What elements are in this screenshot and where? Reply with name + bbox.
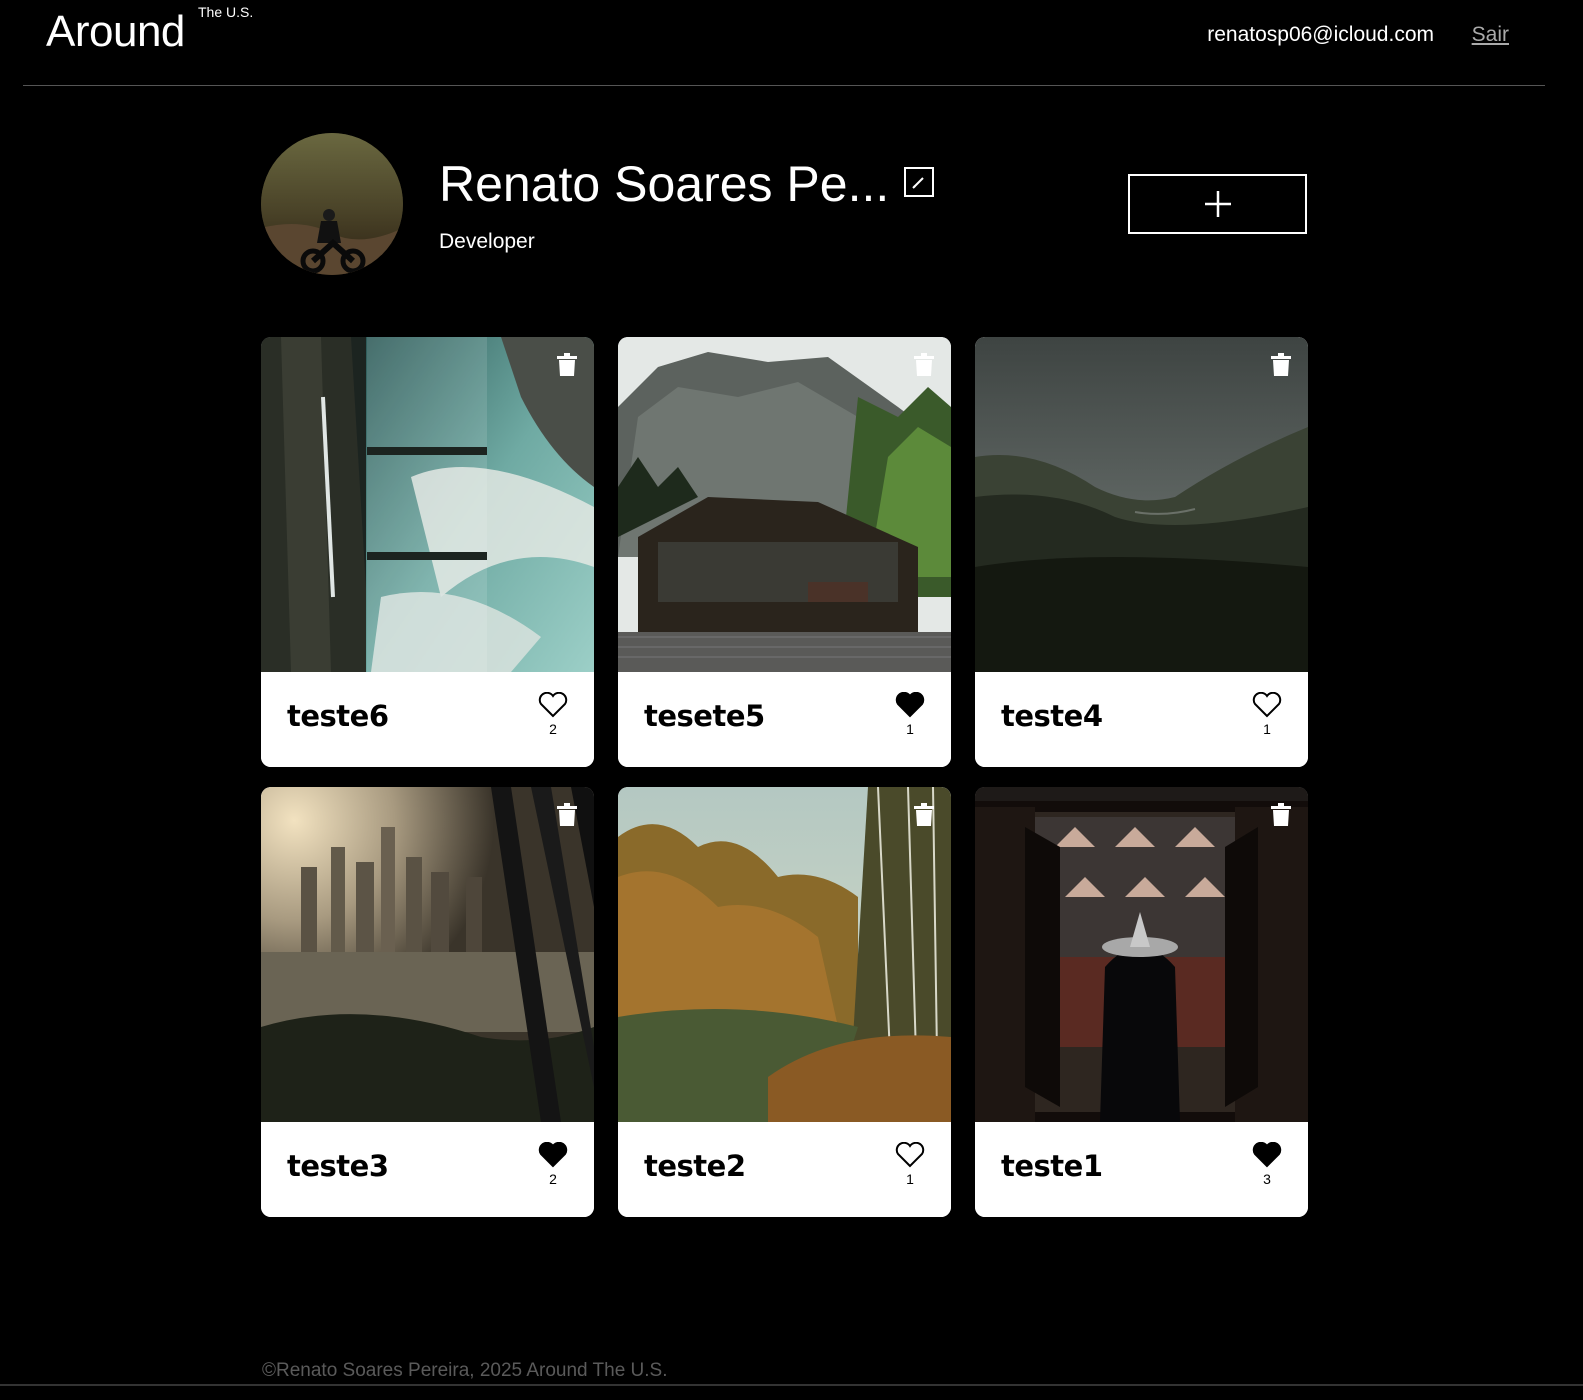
place-card-footer: tesete5 1	[618, 672, 951, 767]
profile-name: Renato Soares Pe...	[439, 156, 890, 212]
place-title: teste1	[1001, 1149, 1103, 1183]
heart-filled-icon	[538, 1141, 568, 1168]
place-title: teste6	[287, 699, 389, 733]
place-image[interactable]	[975, 787, 1308, 1122]
like-count: 3	[1263, 1171, 1271, 1187]
place-card-footer: teste2 1	[618, 1122, 951, 1217]
profile-section: Renato Soares Pe... Developer	[261, 133, 1307, 275]
place-card: tesete5 1	[618, 337, 951, 767]
delete-place-button[interactable]	[1270, 353, 1292, 377]
add-place-button[interactable]	[1128, 174, 1307, 234]
like-count: 2	[549, 721, 557, 737]
place-image[interactable]	[618, 787, 951, 1122]
place-card-footer: teste3 2	[261, 1122, 594, 1217]
trash-icon	[557, 803, 577, 826]
logout-link[interactable]: Sair	[1472, 22, 1509, 48]
profile-avatar[interactable]	[261, 133, 403, 275]
trash-icon	[914, 353, 934, 376]
site-header: Around The U.S. renatosp06@icloud.com Sa…	[23, 0, 1545, 86]
place-image[interactable]	[618, 337, 951, 672]
avatar-image	[261, 133, 403, 275]
like-button[interactable]	[538, 691, 568, 718]
place-image[interactable]	[261, 787, 594, 1122]
like-button[interactable]	[1252, 691, 1282, 718]
like-count: 1	[906, 1171, 914, 1187]
trash-icon	[557, 353, 577, 376]
like-count: 1	[1263, 721, 1271, 737]
place-card-footer: teste4 1	[975, 672, 1308, 767]
place-card: teste2 1	[618, 787, 951, 1217]
place-card: teste6 2	[261, 337, 594, 767]
like-button[interactable]	[895, 691, 925, 718]
like-button[interactable]	[1252, 1141, 1282, 1168]
heart-filled-icon	[1252, 1141, 1282, 1168]
like-button[interactable]	[895, 1141, 925, 1168]
plus-icon	[1205, 191, 1231, 217]
heart-filled-icon	[895, 691, 925, 718]
place-title: teste3	[287, 1149, 389, 1183]
delete-place-button[interactable]	[1270, 803, 1292, 827]
footer-copyright: ©Renato Soares Pereira, 2025 Around The …	[262, 1360, 668, 1381]
logo-superscript: The U.S.	[198, 4, 254, 20]
delete-place-button[interactable]	[556, 353, 578, 377]
place-title: teste2	[644, 1149, 746, 1183]
place-card: teste1 3	[975, 787, 1308, 1217]
page-bottom-divider	[0, 1384, 1583, 1386]
like-button[interactable]	[538, 1141, 568, 1168]
like-count: 2	[549, 1171, 557, 1187]
place-card: teste4 1	[975, 337, 1308, 767]
site-logo: Around	[46, 7, 185, 56]
pencil-icon	[912, 177, 924, 189]
trash-icon	[1271, 803, 1291, 826]
place-card: teste3 2	[261, 787, 594, 1217]
trash-icon	[914, 803, 934, 826]
edit-profile-button[interactable]	[904, 167, 934, 197]
place-image[interactable]	[261, 337, 594, 672]
heart-outline-icon	[538, 691, 568, 718]
trash-icon	[1271, 353, 1291, 376]
place-card-footer: teste6 2	[261, 672, 594, 767]
place-title: tesete5	[644, 699, 765, 733]
place-title: teste4	[1001, 699, 1103, 733]
like-count: 1	[906, 721, 914, 737]
delete-place-button[interactable]	[913, 353, 935, 377]
place-image[interactable]	[975, 337, 1308, 672]
place-card-footer: teste1 3	[975, 1122, 1308, 1217]
delete-place-button[interactable]	[556, 803, 578, 827]
heart-outline-icon	[895, 1141, 925, 1168]
heart-outline-icon	[1252, 691, 1282, 718]
user-email: renatosp06@icloud.com	[1207, 23, 1434, 46]
delete-place-button[interactable]	[913, 803, 935, 827]
profile-role: Developer	[439, 230, 535, 253]
